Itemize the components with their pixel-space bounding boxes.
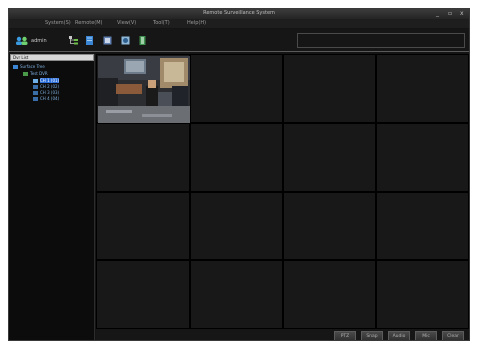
video-cell-10[interactable] xyxy=(190,192,283,260)
camera-feed-image xyxy=(98,56,190,123)
camera-icon xyxy=(33,91,38,95)
user-label: admin xyxy=(31,38,47,44)
close-button[interactable]: x xyxy=(460,10,464,18)
device-list-header: Dvr List xyxy=(10,54,94,61)
audio-button[interactable]: Audio xyxy=(388,331,410,340)
menu-tool[interactable]: Tool(T) xyxy=(153,20,170,26)
tree-item-label: CH 4 (04) xyxy=(40,96,60,101)
video-cell-1[interactable] xyxy=(96,54,190,123)
main-window: Remote Surveillance System _ ▫ x System(… xyxy=(8,8,470,341)
toolbar-panel xyxy=(297,33,465,48)
video-cell-8[interactable] xyxy=(376,123,469,192)
tree-item-label: CH 3 (03) xyxy=(40,90,60,95)
video-cell-16[interactable] xyxy=(376,260,469,329)
camera-icon xyxy=(33,85,38,89)
device-list-panel: Dvr List Surface Tree Test DVR CH 1 (01)… xyxy=(9,54,95,340)
device-tree-icon[interactable] xyxy=(69,36,78,45)
exit-icon[interactable] xyxy=(139,36,146,45)
menu-system[interactable]: System(S) xyxy=(45,20,71,26)
admin-icon[interactable] xyxy=(15,36,29,45)
menu-view[interactable]: View(V) xyxy=(117,20,136,26)
tree-item-channel[interactable]: CH 4 (04) xyxy=(33,96,59,102)
tree-item-label: CH 2 (02) xyxy=(40,84,60,89)
video-cell-2[interactable] xyxy=(190,54,283,123)
camera-icon xyxy=(33,79,38,83)
tree-item-label: CH 1 (01) xyxy=(40,78,60,83)
video-cell-6[interactable] xyxy=(190,123,283,192)
dvr-icon xyxy=(23,72,28,76)
menu-remote[interactable]: Remote(M) xyxy=(75,20,103,26)
playback-icon[interactable] xyxy=(121,36,130,45)
video-cell-15[interactable] xyxy=(283,260,376,329)
tree-item-dvr[interactable]: Test DVR xyxy=(23,71,48,77)
record-icon[interactable] xyxy=(103,36,112,45)
menu-help[interactable]: Help(H) xyxy=(187,20,206,26)
camera-icon xyxy=(33,97,38,101)
ptz-button[interactable]: PTZ xyxy=(334,331,356,340)
video-cell-12[interactable] xyxy=(376,192,469,260)
device-icon[interactable] xyxy=(85,36,94,45)
tree-item-label: Surface Tree xyxy=(20,64,45,69)
mic-button[interactable]: Mic xyxy=(415,331,437,340)
video-cell-4[interactable] xyxy=(376,54,469,123)
tree-item-label: Test DVR xyxy=(30,71,48,76)
snap-button[interactable]: Snap xyxy=(361,331,383,340)
video-cell-9[interactable] xyxy=(96,192,190,260)
video-cell-11[interactable] xyxy=(283,192,376,260)
tree-item-root[interactable]: Surface Tree xyxy=(13,64,45,70)
folder-icon xyxy=(13,65,18,69)
video-cell-5[interactable] xyxy=(96,123,190,192)
control-bar: PTZ Snap Audio Mic Clear xyxy=(96,329,469,340)
clear-button[interactable]: Clear xyxy=(442,331,464,340)
video-cell-7[interactable] xyxy=(283,123,376,192)
toolbar: admin xyxy=(9,29,469,52)
video-cell-14[interactable] xyxy=(190,260,283,329)
window-title: Remote Surveillance System xyxy=(203,10,275,16)
video-cell-13[interactable] xyxy=(96,260,190,329)
restore-button[interactable]: ▫ xyxy=(448,10,452,18)
video-grid xyxy=(96,54,469,329)
menu-bar: System(S) Remote(M) View(V) Tool(T) Help… xyxy=(9,19,469,28)
title-bar: Remote Surveillance System _ ▫ x xyxy=(9,9,469,19)
minimize-button[interactable]: _ xyxy=(436,10,439,18)
video-cell-3[interactable] xyxy=(283,54,376,123)
